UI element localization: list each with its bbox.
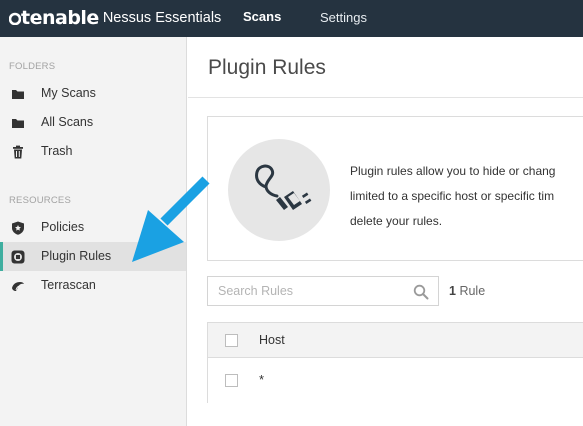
row-checkbox[interactable] xyxy=(225,374,238,387)
rule-count: 1 Rule xyxy=(449,284,485,298)
logo-mark-icon xyxy=(8,12,22,26)
sidebar-item-all-scans[interactable]: All Scans xyxy=(0,108,186,137)
search-icon[interactable] xyxy=(413,284,429,300)
folder-icon xyxy=(11,115,25,129)
terrascan-icon xyxy=(11,278,25,292)
sidebar-item-label: Plugin Rules xyxy=(41,249,112,263)
info-description: Plugin rules allow you to hide or chang … xyxy=(350,159,583,234)
nav-settings[interactable]: Settings xyxy=(320,10,367,25)
info-line: Plugin rules allow you to hide or chang xyxy=(350,164,556,178)
sidebar-item-label: All Scans xyxy=(41,115,94,129)
rule-count-number: 1 xyxy=(449,284,456,298)
resources-section-label: RESOURCES xyxy=(9,195,71,206)
info-line: limited to a specific host or specific t… xyxy=(350,189,555,203)
title-divider xyxy=(188,97,583,98)
top-navigation-bar: tenable Nessus Essentials Scans Settings xyxy=(0,0,583,37)
trash-icon xyxy=(11,144,25,159)
product-name: Nessus Essentials xyxy=(102,10,222,26)
search-box xyxy=(207,276,439,306)
info-line: delete your rules. xyxy=(350,214,443,228)
page-title: Plugin Rules xyxy=(208,56,326,79)
sidebar-item-label: Terrascan xyxy=(41,278,96,292)
rule-count-label: Rule xyxy=(459,284,486,298)
sidebar-item-label: Policies xyxy=(41,220,85,234)
info-panel: Plugin rules allow you to hide or chang … xyxy=(207,116,583,261)
arrow-icon xyxy=(132,176,210,262)
rules-table: Host * xyxy=(207,322,583,403)
sidebar-item-my-scans[interactable]: My Scans xyxy=(0,79,186,108)
sidebar-item-label: My Scans xyxy=(41,86,96,100)
table-header: Host xyxy=(208,323,583,358)
logo-wordmark: tenable xyxy=(8,8,99,28)
select-all-checkbox[interactable] xyxy=(225,334,238,347)
column-header-host[interactable]: Host xyxy=(259,333,285,347)
host-cell: * xyxy=(259,372,265,387)
shield-icon xyxy=(11,220,25,235)
table-row[interactable]: * xyxy=(208,358,583,403)
sidebar-item-trash[interactable]: Trash xyxy=(0,137,186,166)
nav-scans[interactable]: Scans xyxy=(243,9,281,24)
sidebar-item-terrascan[interactable]: Terrascan xyxy=(0,271,186,300)
sidebar-item-label: Trash xyxy=(41,144,73,158)
search-input[interactable] xyxy=(208,277,398,305)
plug-icon xyxy=(228,139,330,241)
tenable-logo[interactable]: tenable Nessus Essentials xyxy=(8,6,222,30)
folder-icon xyxy=(11,86,25,100)
folders-section-label: FOLDERS xyxy=(9,61,56,72)
plug-icon xyxy=(11,249,25,264)
